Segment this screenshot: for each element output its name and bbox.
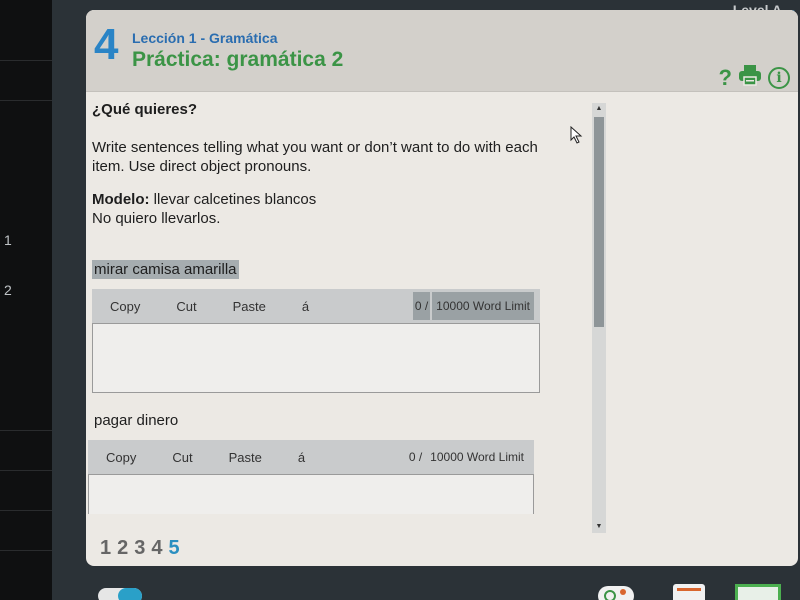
unit-number: 4 bbox=[94, 20, 119, 69]
dock-games-icon[interactable] bbox=[596, 582, 636, 600]
page-link[interactable]: 4 bbox=[151, 537, 162, 560]
question-content: ¿Qué quieres? Write sentences telling wh… bbox=[86, 93, 596, 553]
left-rail-item[interactable]: 2 bbox=[4, 282, 12, 298]
word-counter: 0 / 10000 Word Limit bbox=[412, 289, 534, 323]
divider bbox=[0, 60, 52, 61]
word-counter: 0 / 10000 Word Limit bbox=[407, 440, 528, 474]
question-title: ¿Qué quieres? bbox=[92, 101, 198, 118]
divider bbox=[0, 100, 52, 101]
page-link-current[interactable]: 5 bbox=[169, 537, 180, 560]
copy-button[interactable]: Copy bbox=[88, 450, 154, 465]
model-example: Modelo: llevar calcetines blancos No qui… bbox=[92, 190, 590, 228]
scroll-up-arrow-icon[interactable]: ▲ bbox=[592, 103, 606, 115]
info-icon[interactable]: i bbox=[768, 66, 790, 89]
page-title: Práctica: gramática 2 bbox=[132, 48, 344, 71]
print-icon[interactable] bbox=[738, 64, 762, 91]
scrollbar[interactable]: ▲ ▼ bbox=[592, 103, 606, 533]
page-link[interactable]: 1 bbox=[100, 537, 111, 560]
scroll-down-arrow-icon[interactable]: ▼ bbox=[592, 521, 606, 533]
word-count: 0 / bbox=[412, 292, 431, 320]
help-icon[interactable]: ? bbox=[719, 65, 732, 91]
answer-input[interactable] bbox=[88, 474, 534, 514]
answer-input[interactable] bbox=[92, 323, 540, 393]
activity-header: 4 Lección 1 - Gramática Práctica: gramát… bbox=[86, 10, 798, 92]
answer-editor: Copy Cut Paste á 0 / 10000 Word Limit bbox=[88, 440, 534, 514]
page-link[interactable]: 2 bbox=[117, 537, 128, 560]
answer-editor: Copy Cut Paste á 0 / 10000 Word Limit bbox=[92, 289, 540, 393]
item-prompt: mirar camisa amarilla bbox=[92, 260, 239, 279]
left-rail: 1 2 bbox=[0, 0, 52, 600]
copy-button[interactable]: Copy bbox=[92, 299, 158, 314]
dock-book-icon[interactable] bbox=[734, 582, 784, 600]
item-2: pagar dinero Copy Cut Paste á 0 / 10000 … bbox=[88, 393, 590, 514]
scroll-thumb[interactable] bbox=[594, 117, 604, 327]
divider bbox=[0, 550, 52, 551]
activity-panel: 4 Lección 1 - Gramática Práctica: gramát… bbox=[86, 10, 798, 566]
word-count: 0 / bbox=[408, 450, 423, 464]
pagination: 1 2 3 4 5 bbox=[100, 537, 180, 560]
paste-button[interactable]: Paste bbox=[211, 450, 280, 465]
model-prompt: llevar calcetines blancos bbox=[153, 191, 317, 208]
divider bbox=[0, 470, 52, 471]
mouse-pointer-icon bbox=[570, 125, 584, 144]
dock-app-icon[interactable] bbox=[96, 582, 146, 600]
word-limit: 10000 Word Limit bbox=[432, 292, 534, 320]
paste-button[interactable]: Paste bbox=[215, 299, 284, 314]
editor-toolbar: Copy Cut Paste á 0 / 10000 Word Limit bbox=[92, 289, 540, 323]
dock-notes-icon[interactable] bbox=[672, 582, 706, 600]
page-link[interactable]: 3 bbox=[134, 537, 145, 560]
editor-toolbar: Copy Cut Paste á 0 / 10000 Word Limit bbox=[88, 440, 534, 474]
instructions: Write sentences telling what you want or… bbox=[92, 139, 538, 175]
item-prompt: pagar dinero bbox=[94, 412, 179, 429]
accent-button[interactable]: á bbox=[280, 450, 323, 465]
left-rail-item[interactable]: 1 bbox=[4, 232, 12, 248]
lesson-label: Lección 1 - Gramática bbox=[132, 30, 278, 46]
divider bbox=[0, 510, 52, 511]
header-actions: ? i bbox=[719, 64, 790, 91]
word-limit: 10000 Word Limit bbox=[430, 450, 524, 464]
model-answer: No quiero llevarlos. bbox=[92, 210, 221, 227]
cut-button[interactable]: Cut bbox=[154, 450, 210, 465]
item-1: mirar camisa amarilla Copy Cut Paste á 0… bbox=[92, 228, 590, 393]
divider bbox=[0, 430, 52, 431]
model-label: Modelo: bbox=[92, 191, 150, 208]
accent-button[interactable]: á bbox=[284, 299, 327, 314]
cut-button[interactable]: Cut bbox=[158, 299, 214, 314]
